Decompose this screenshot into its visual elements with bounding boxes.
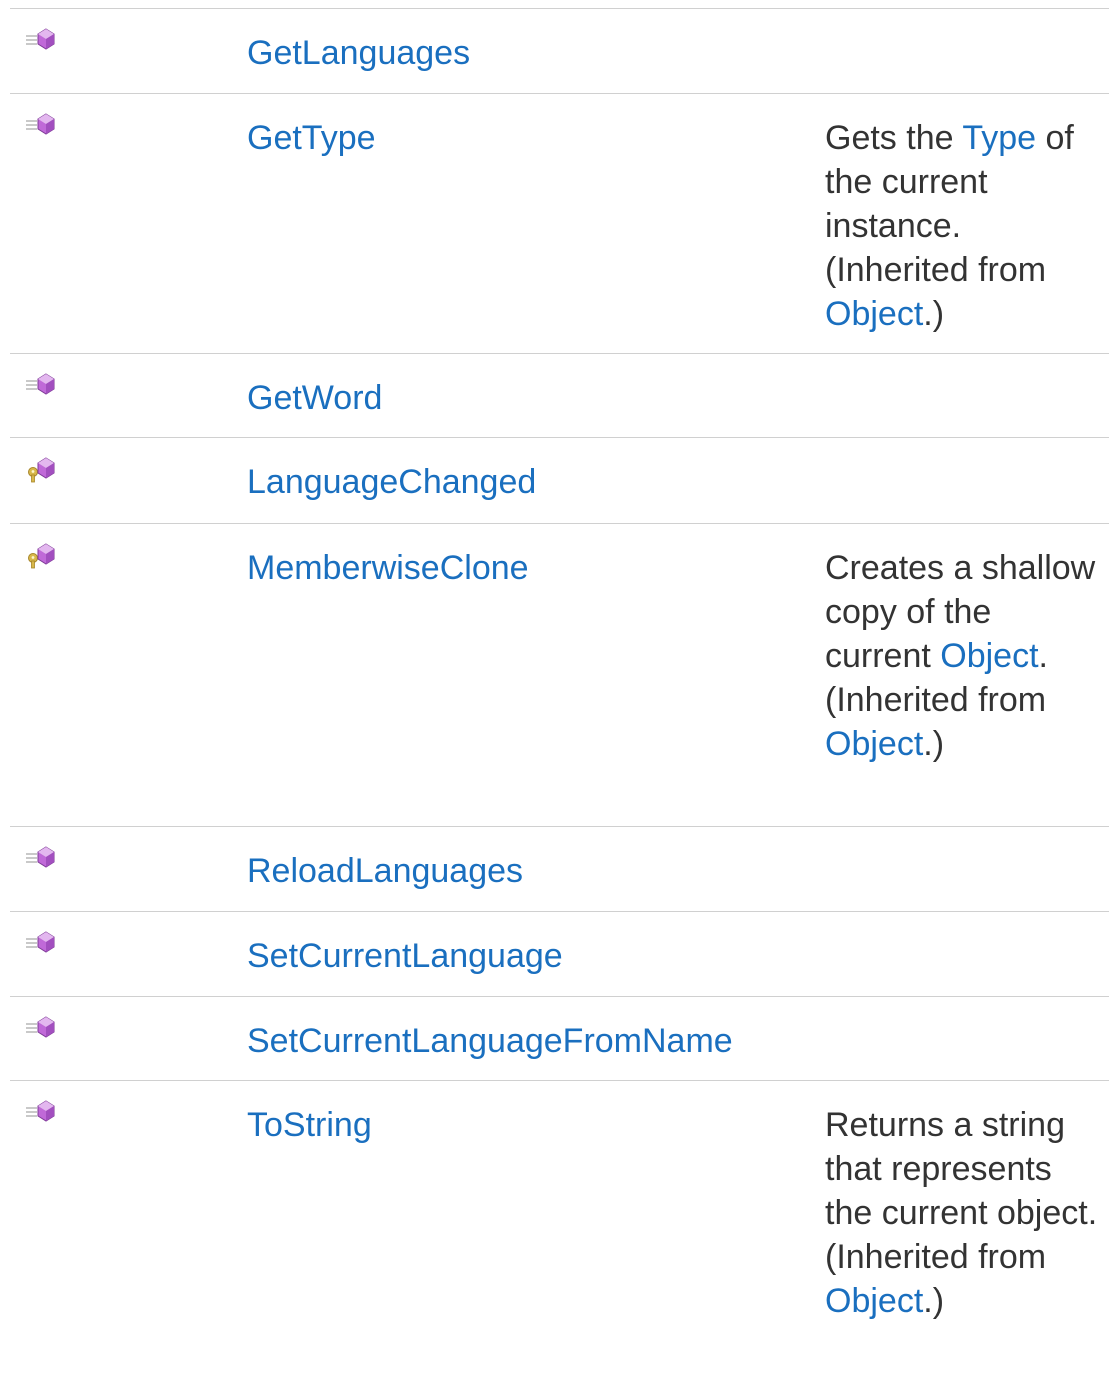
method-description: Gets the Type of the current instance. (… — [825, 116, 1105, 336]
public-method-icon — [24, 27, 58, 55]
table-row: ReloadLanguages — [10, 827, 1109, 912]
method-description: Creates a shallow copy of the current Ob… — [825, 546, 1105, 766]
table-row: SetCurrentLanguage — [10, 912, 1109, 997]
method-link-getlanguages[interactable]: GetLanguages — [247, 31, 470, 75]
desc-text: .) — [923, 725, 945, 763]
method-link-languagechanged[interactable]: LanguageChanged — [247, 460, 536, 504]
table-row: LanguageChanged — [10, 438, 1109, 524]
desc-text: .) — [923, 1282, 945, 1320]
method-link-getword[interactable]: GetWord — [247, 376, 382, 420]
table-row: MemberwiseClone Creates a shallow copy o… — [10, 524, 1109, 827]
public-method-icon — [24, 372, 58, 400]
table-row: GetType Gets the Type of the current ins… — [10, 94, 1109, 354]
desc-link-object[interactable]: Object — [825, 295, 923, 333]
table-row: SetCurrentLanguageFromName — [10, 997, 1109, 1081]
method-description: Returns a string that represents the cur… — [825, 1103, 1105, 1323]
methods-table: GetLanguages GetType Gets the Type of th… — [10, 8, 1109, 1381]
method-link-tostring[interactable]: ToString — [247, 1103, 372, 1147]
table-row: GetLanguages — [10, 9, 1109, 94]
public-method-icon — [24, 845, 58, 873]
desc-link-object[interactable]: Object — [825, 1282, 923, 1320]
desc-text: Gets the — [825, 119, 963, 157]
desc-link-object[interactable]: Object — [825, 725, 923, 763]
desc-text: .) — [923, 295, 945, 333]
protected-method-icon — [24, 542, 58, 570]
desc-link-type[interactable]: Type — [962, 119, 1036, 157]
public-method-icon — [24, 1099, 58, 1127]
method-link-memberwiseclone[interactable]: MemberwiseClone — [247, 546, 529, 590]
table-row: ToString Returns a string that represent… — [10, 1081, 1109, 1381]
public-method-icon — [24, 930, 58, 958]
public-method-icon — [24, 1015, 58, 1043]
protected-method-icon — [24, 456, 58, 484]
table-row: GetWord — [10, 354, 1109, 438]
method-link-setcurrentlanguagefromname[interactable]: SetCurrentLanguageFromName — [247, 1019, 733, 1063]
desc-text: Returns a string that represents the cur… — [825, 1106, 1098, 1276]
desc-link-object[interactable]: Object — [940, 637, 1038, 675]
method-link-reloadlanguages[interactable]: ReloadLanguages — [247, 849, 523, 893]
method-link-setcurrentlanguage[interactable]: SetCurrentLanguage — [247, 934, 563, 978]
public-method-icon — [24, 112, 58, 140]
method-link-gettype[interactable]: GetType — [247, 116, 376, 160]
